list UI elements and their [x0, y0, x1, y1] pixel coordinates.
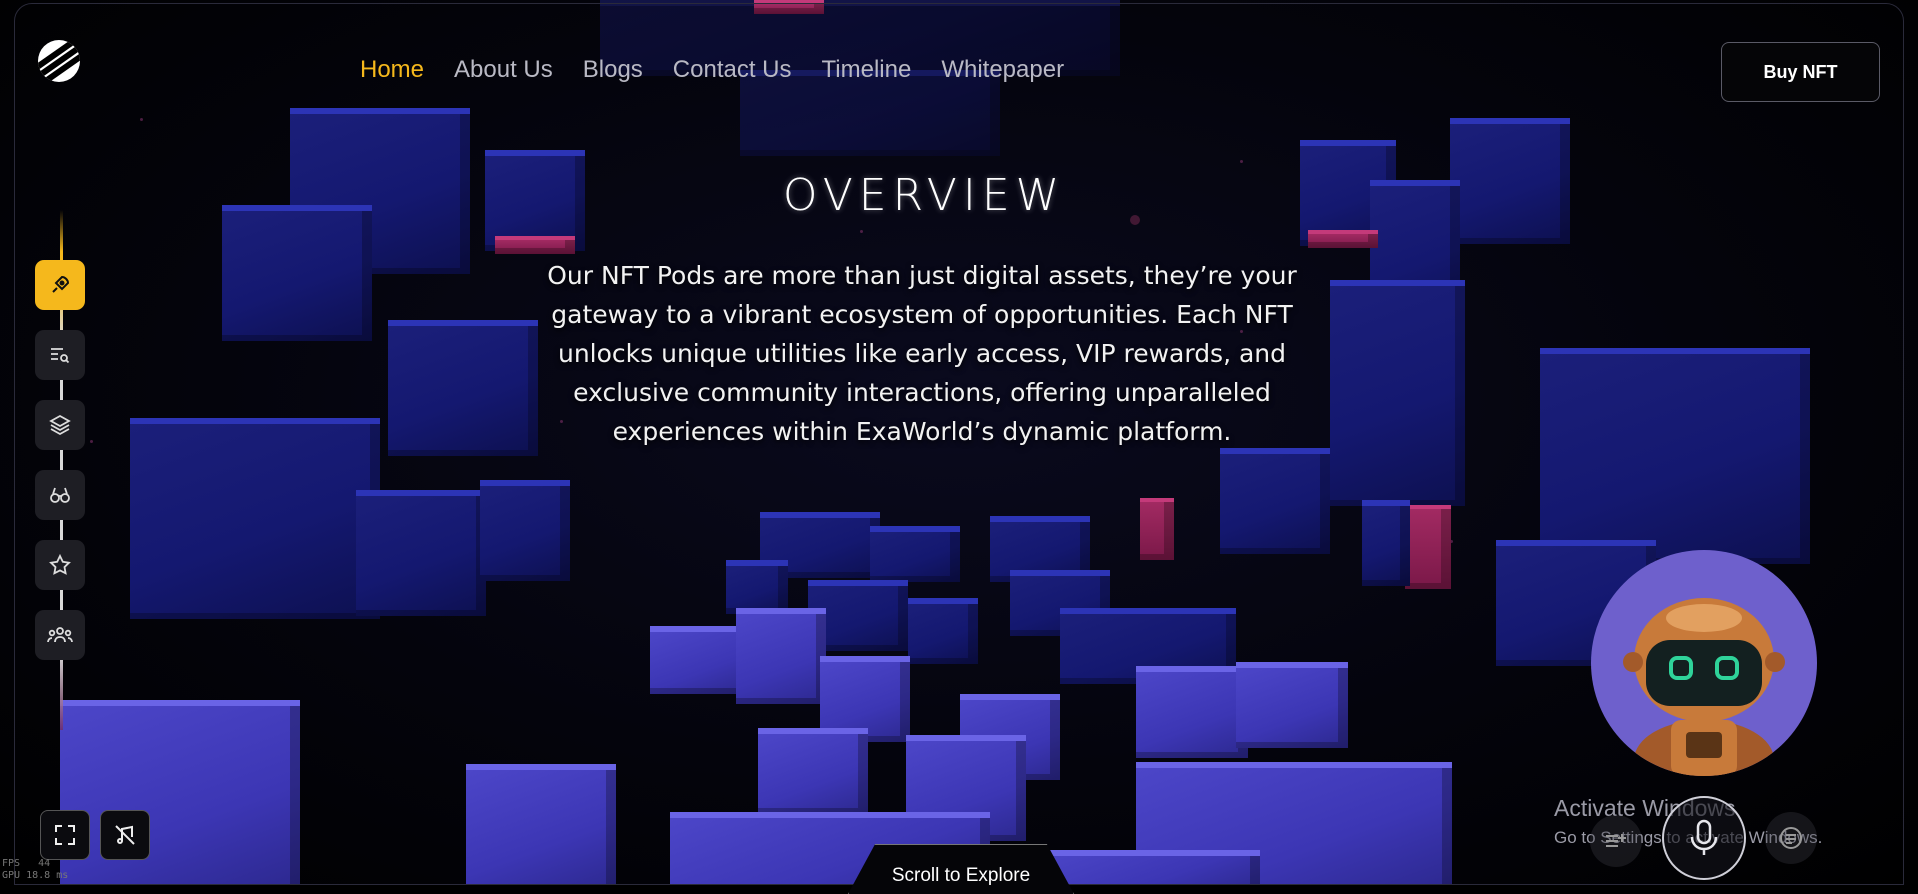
- community-icon: [47, 627, 73, 643]
- nav-timeline[interactable]: Timeline: [822, 56, 912, 84]
- fullscreen-button[interactable]: [40, 810, 90, 860]
- mute-button[interactable]: [100, 810, 150, 860]
- cube: [466, 764, 616, 885]
- cube: [1220, 448, 1330, 554]
- cube: [495, 236, 575, 254]
- gpu-label: GPU: [2, 870, 21, 881]
- cube: [1362, 500, 1410, 586]
- nav-blogs[interactable]: Blogs: [583, 56, 643, 84]
- star: [90, 440, 93, 443]
- star-icon: [49, 553, 71, 575]
- fps-value: 44: [38, 858, 51, 869]
- nav-about-us[interactable]: About Us: [454, 56, 553, 84]
- search-list-icon: [51, 348, 70, 364]
- cube: [130, 418, 380, 619]
- robot-assistant[interactable]: [1591, 550, 1817, 776]
- scroll-to-explore[interactable]: Scroll to Explore: [848, 844, 1074, 894]
- cube: [1540, 348, 1810, 564]
- cube: [754, 0, 824, 14]
- cube: [736, 608, 826, 704]
- microphone-icon: [1690, 819, 1718, 855]
- add-list-button[interactable]: [1590, 815, 1642, 867]
- cube: [480, 480, 570, 581]
- sidebar-item-community[interactable]: [35, 610, 85, 660]
- rocket-icon: [52, 275, 70, 293]
- main-nav: Home About Us Blogs Contact Us Timeline …: [360, 56, 1064, 84]
- fullscreen-icon: [55, 825, 75, 845]
- cube: [1236, 662, 1348, 748]
- overview-paragraph: Our NFT Pods are more than just digital …: [547, 261, 1297, 446]
- cube: [1405, 505, 1451, 589]
- fps-label: FPS: [2, 858, 21, 869]
- cube: [388, 320, 538, 456]
- cube: [1330, 280, 1465, 506]
- sidebar-item-search-list[interactable]: [35, 330, 85, 380]
- cube: [1140, 498, 1174, 560]
- cube: [222, 205, 372, 341]
- mute-icon: [115, 825, 135, 845]
- cube: [1308, 230, 1378, 248]
- menu-circle-button[interactable]: [1765, 812, 1817, 864]
- robot-icon: [1623, 598, 1785, 776]
- logo[interactable]: [38, 40, 80, 82]
- layers-icon: [49, 414, 71, 436]
- star: [860, 230, 863, 233]
- section-title: OVERVIEW: [782, 170, 1066, 221]
- menu-circle-icon: [1780, 827, 1802, 849]
- nav-contact-us[interactable]: Contact Us: [673, 56, 792, 84]
- sidebar-item-rocket[interactable]: [35, 260, 85, 310]
- cube: [60, 700, 300, 885]
- cube: [356, 490, 486, 616]
- cube: [908, 598, 978, 664]
- gpu-value: 18.8 ms: [26, 870, 69, 881]
- add-list-icon: [1606, 834, 1626, 847]
- sidebar-item-layers[interactable]: [35, 400, 85, 450]
- sidebar-item-star[interactable]: [35, 540, 85, 590]
- perf-stats: FPS 44 GPU 18.8 ms: [2, 858, 68, 882]
- buy-nft-button[interactable]: Buy NFT: [1721, 42, 1880, 102]
- cube: [1136, 666, 1248, 758]
- microphone-button[interactable]: [1662, 796, 1746, 880]
- sidebar-item-binoculars[interactable]: [35, 470, 85, 520]
- cube: [650, 626, 746, 694]
- binoculars-icon: [50, 487, 70, 503]
- cube: [870, 526, 960, 582]
- nav-home[interactable]: Home: [360, 56, 424, 84]
- nav-whitepaper[interactable]: Whitepaper: [941, 56, 1064, 84]
- star: [140, 118, 143, 121]
- star: [1240, 160, 1243, 163]
- cube: [758, 728, 868, 814]
- cube: [726, 560, 788, 614]
